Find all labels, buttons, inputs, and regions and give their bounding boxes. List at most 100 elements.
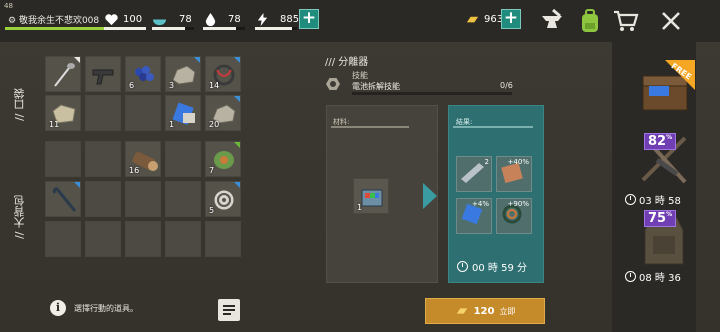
clock-icon: [457, 261, 468, 272]
item-count: 5: [209, 206, 215, 215]
top-status-bar: 48 ⚙ 敬我余生不悲欢008 100 78 78 885 + 963 +: [0, 0, 720, 42]
inventory-slot[interactable]: 6: [125, 56, 161, 92]
inventory-slot[interactable]: 1: [165, 95, 201, 131]
energy-stat: 885: [255, 12, 299, 27]
bag-label: // 大背包: [13, 195, 26, 239]
inventory-slot[interactable]: [85, 56, 121, 92]
discount-badge: 82%: [644, 133, 677, 150]
rarity-corner: [234, 142, 240, 148]
anvil-icon[interactable]: [538, 6, 568, 36]
result-slot[interactable]: 2: [456, 156, 492, 192]
result-slot[interactable]: +90%: [496, 198, 532, 234]
empty-slot[interactable]: [45, 221, 81, 257]
gold-stat: 963: [465, 12, 503, 27]
water-stat: 78: [203, 12, 241, 27]
inventory-slot[interactable]: 16: [125, 141, 161, 177]
player-name[interactable]: ⚙ 敬我余生不悲欢008: [8, 13, 99, 26]
inventory-slot[interactable]: 7: [205, 141, 241, 177]
hint-text: 選擇行動的道具。: [74, 303, 138, 313]
inventory-slot[interactable]: 11: [45, 95, 81, 131]
empty-slot[interactable]: [85, 95, 121, 131]
inventory-slot[interactable]: 5: [205, 181, 241, 217]
gold-bar-icon: [456, 308, 467, 314]
energy-value: 885: [280, 14, 300, 25]
list-button[interactable]: [218, 299, 240, 321]
rarity-corner: [194, 57, 200, 63]
hint-row: i 選擇行動的道具。: [50, 300, 138, 316]
skill-hex-icon: [326, 78, 340, 90]
free-chest-promo[interactable]: FREE: [637, 60, 695, 120]
item-count: 1: [169, 120, 175, 129]
player-name-text: 敬我余生不悲欢008: [18, 16, 100, 26]
inventory-slot[interactable]: 3: [165, 56, 201, 92]
clock-icon: [625, 194, 636, 205]
skill-label: 技能: [352, 71, 368, 80]
empty-slot[interactable]: [165, 221, 201, 257]
item-count: 14: [209, 81, 220, 90]
add-energy-button[interactable]: +: [299, 9, 319, 29]
item-count: 6: [129, 81, 135, 90]
materials-underline: [331, 126, 409, 128]
discount-badge: 75%: [644, 210, 677, 227]
empty-slot[interactable]: [85, 181, 121, 217]
rarity-corner: [234, 182, 240, 188]
item-count: 11: [49, 120, 60, 129]
cart-icon[interactable]: [611, 6, 641, 36]
disassembler-title: /// 分離器: [325, 57, 369, 68]
gold-bar-icon: [466, 16, 479, 23]
backpack-icon[interactable]: [575, 6, 605, 36]
empty-slot[interactable]: [165, 141, 201, 177]
inventory-slot[interactable]: [45, 56, 81, 92]
pocket-label: // 口袋: [13, 88, 26, 121]
clock-icon: [625, 271, 636, 282]
results-underline: [453, 126, 533, 128]
promo-timer: 03 時 58: [625, 192, 681, 207]
player-level: 48: [4, 2, 13, 10]
water-drop-icon: [205, 12, 216, 27]
empty-slot[interactable]: [205, 221, 241, 257]
shovel-icon: [54, 63, 75, 87]
rarity-corner: [74, 57, 80, 63]
close-icon[interactable]: [656, 6, 686, 36]
rarity-corner: [234, 96, 240, 102]
inventory-slot[interactable]: [45, 181, 81, 217]
item-count: 16: [129, 166, 140, 175]
add-gold-button[interactable]: +: [501, 9, 521, 29]
food-value: 78: [179, 14, 192, 25]
result-slot[interactable]: +40%: [496, 156, 532, 192]
empty-slot[interactable]: [165, 181, 201, 217]
item-count: 3: [169, 81, 175, 90]
input-item-slot[interactable]: 1: [353, 178, 389, 214]
rarity-corner: [74, 182, 80, 188]
skill-progress-value: 0/6: [500, 81, 513, 90]
water-bar: [203, 27, 245, 30]
energy-bar: [255, 27, 297, 30]
empty-slot[interactable]: [125, 95, 161, 131]
item-count: 20: [209, 120, 220, 129]
skill-progress-bar: [352, 92, 512, 95]
health-bar: [104, 27, 146, 30]
arrow-right-icon: [423, 183, 437, 209]
skill-name: 電池拆解技能: [352, 82, 400, 91]
health-stat: 100: [104, 12, 142, 27]
crowbar-icon: [52, 187, 77, 212]
inventory-slot[interactable]: 20: [205, 95, 241, 131]
item-count: 7: [209, 166, 215, 175]
result-slot[interactable]: +4%: [456, 198, 492, 234]
rarity-corner: [234, 57, 240, 63]
disassemble-timer: 00 時 59 分: [457, 259, 527, 274]
empty-slot[interactable]: [85, 141, 121, 177]
info-icon: i: [50, 300, 66, 316]
food-bowl-icon: [152, 19, 167, 26]
instant-label: 立即: [499, 306, 516, 316]
metal-sheet-icon: [461, 163, 484, 183]
empty-slot[interactable]: [45, 141, 81, 177]
empty-slot[interactable]: [125, 221, 161, 257]
inventory-slot[interactable]: 14: [205, 56, 241, 92]
instant-finish-button[interactable]: 120 立即: [425, 298, 545, 324]
food-stat: 78: [152, 12, 192, 27]
water-value: 78: [228, 14, 241, 25]
lightning-icon: [257, 12, 268, 27]
empty-slot[interactable]: [125, 181, 161, 217]
empty-slot[interactable]: [85, 221, 121, 257]
